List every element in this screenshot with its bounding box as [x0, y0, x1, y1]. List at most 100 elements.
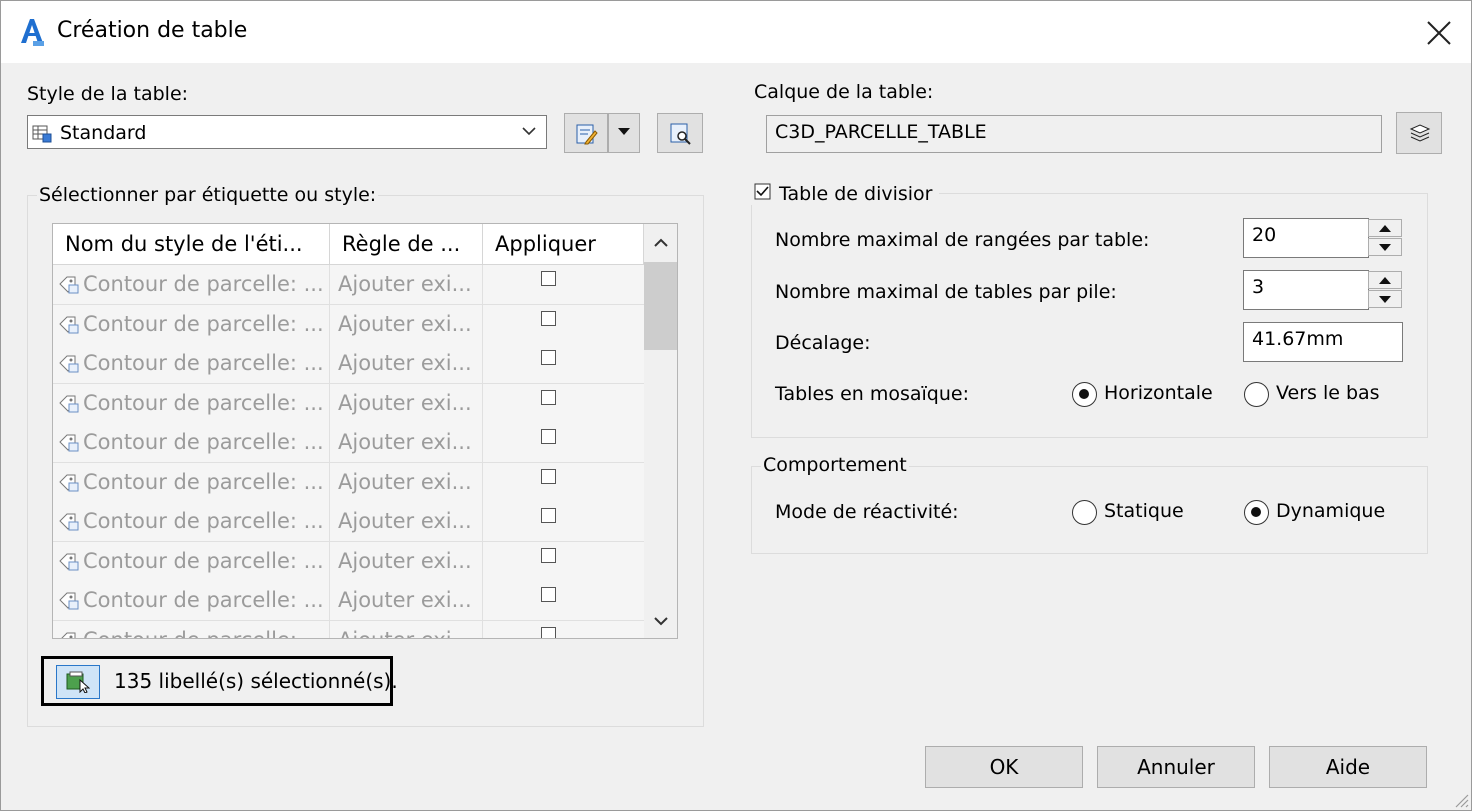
- table-creation-dialog: Création de table Style de la table: Sta…: [0, 0, 1472, 811]
- window-title: Création de table: [57, 18, 248, 43]
- layers-icon: [1409, 124, 1431, 142]
- dynamic-label[interactable]: Dynamique: [1276, 500, 1385, 522]
- apply-checkbox[interactable]: [541, 271, 556, 286]
- ok-button[interactable]: OK: [925, 746, 1083, 788]
- apply-cell: [483, 581, 644, 620]
- style-name-cell: Contour de parcelle: ...: [53, 423, 330, 462]
- apply-checkbox[interactable]: [541, 468, 556, 484]
- rule-text: Ajouter exi...: [338, 469, 472, 494]
- apply-checkbox[interactable]: [541, 429, 556, 444]
- rule-text: Ajouter exi...: [338, 272, 472, 296]
- civil3d-app-icon: [21, 19, 44, 46]
- table-layer-field: C3D_PARCELLE_TABLE: [766, 115, 1382, 153]
- max-rows-up[interactable]: [1368, 219, 1402, 237]
- max-tables-up[interactable]: [1368, 271, 1402, 289]
- table-row[interactable]: Contour de parcelle: ... Ajouter exi...: [53, 581, 644, 621]
- static-radio[interactable]: [1072, 500, 1097, 525]
- table-row[interactable]: Contour de parcelle: ... Ajouter exi...: [53, 541, 644, 582]
- reactivity-mode-label: Mode de réactivité:: [775, 501, 959, 523]
- vertical-scrollbar[interactable]: [644, 224, 677, 638]
- spin-up-icon: [1379, 225, 1391, 232]
- title-bar: Création de table: [1, 1, 1471, 63]
- tiling-label: Tables en mosaïque:: [775, 383, 969, 405]
- preview-style-button[interactable]: [657, 113, 703, 153]
- rule-cell: Ajouter exi...: [330, 462, 483, 502]
- table-row[interactable]: Contour de parcelle: ... Ajouter exi...: [53, 620, 644, 639]
- split-table-checkbox[interactable]: [753, 182, 773, 202]
- max-tables-spinner[interactable]: [1368, 271, 1402, 309]
- apply-checkbox[interactable]: [541, 587, 556, 602]
- behavior-group-label: Comportement: [761, 454, 909, 476]
- apply-checkbox[interactable]: [541, 508, 556, 523]
- apply-checkbox[interactable]: [541, 547, 556, 563]
- style-options-dropdown[interactable]: [608, 113, 640, 153]
- max-rows-label: Nombre maximal de rangées par table:: [775, 229, 1150, 251]
- apply-checkbox[interactable]: [541, 389, 556, 405]
- apply-checkbox[interactable]: [541, 350, 556, 365]
- cancel-button[interactable]: Annuler: [1097, 746, 1255, 788]
- label-style-icon: [59, 513, 79, 531]
- style-name-text: Contour de parcelle: ...: [83, 469, 324, 494]
- rule-text: Ajouter exi...: [338, 628, 472, 639]
- max-rows-spinner[interactable]: [1368, 219, 1402, 257]
- preview-icon: [670, 123, 691, 145]
- rule-text: Ajouter exi...: [338, 588, 472, 612]
- scrollbar-thumb[interactable]: [644, 262, 677, 350]
- static-label[interactable]: Statique: [1104, 500, 1184, 522]
- table-layer-value: C3D_PARCELLE_TABLE: [775, 121, 987, 143]
- rule-cell: Ajouter exi...: [330, 423, 483, 462]
- column-header-style-name[interactable]: Nom du style de l'éti...: [53, 224, 330, 264]
- column-header-apply[interactable]: Appliquer: [483, 224, 644, 264]
- table-row[interactable]: Contour de parcelle: ... Ajouter exi...: [53, 383, 644, 424]
- style-name-cell: Contour de parcelle: ...: [53, 265, 330, 304]
- apply-cell: [483, 463, 644, 502]
- table-row[interactable]: Contour de parcelle: ... Ajouter exi...: [53, 423, 644, 463]
- apply-checkbox[interactable]: [541, 626, 556, 638]
- apply-checkbox[interactable]: [541, 310, 556, 326]
- rule-text: Ajouter exi...: [338, 548, 472, 573]
- resize-grip-icon[interactable]: [1451, 790, 1469, 808]
- table-style-icon: [32, 125, 52, 143]
- max-tables-down[interactable]: [1368, 290, 1402, 308]
- dynamic-radio[interactable]: [1244, 500, 1269, 525]
- tiling-down-radio[interactable]: [1244, 382, 1269, 407]
- table-style-combo[interactable]: Standard: [27, 115, 547, 149]
- tiling-down-label[interactable]: Vers le bas: [1276, 382, 1380, 404]
- style-name-cell: Contour de parcelle: ...: [53, 344, 330, 383]
- caret-down-icon: [618, 128, 630, 135]
- tiling-horizontal-radio[interactable]: [1072, 382, 1097, 407]
- rule-text: Ajouter exi...: [338, 390, 472, 415]
- table-row[interactable]: Contour de parcelle: ... Ajouter exi...: [53, 344, 644, 384]
- scroll-up-icon[interactable]: [653, 238, 669, 248]
- max-rows-input[interactable]: 20: [1243, 218, 1369, 258]
- selection-group-label: Sélectionner par étiquette ou style:: [37, 184, 379, 206]
- table-row[interactable]: Contour de parcelle: ... Ajouter exi...: [53, 462, 644, 503]
- split-table-header: Table de divisior: [751, 180, 939, 205]
- max-rows-down[interactable]: [1368, 238, 1402, 256]
- max-tables-value: 3: [1252, 276, 1265, 298]
- scroll-down-icon[interactable]: [653, 616, 669, 626]
- help-button[interactable]: Aide: [1269, 746, 1427, 788]
- table-style-label: Style de la table:: [27, 83, 189, 105]
- column-header-rule[interactable]: Règle de ...: [330, 224, 483, 264]
- table-row[interactable]: Contour de parcelle: ... Ajouter exi...: [53, 265, 644, 305]
- close-icon[interactable]: [1419, 13, 1459, 53]
- table-row[interactable]: Contour de parcelle: ... Ajouter exi...: [53, 304, 644, 345]
- label-style-grid: Nom du style de l'éti... Règle de ... Ap…: [52, 223, 678, 639]
- table-layer-label: Calque de la table:: [754, 81, 934, 103]
- select-labels-button[interactable]: [56, 665, 100, 699]
- rule-cell: Ajouter exi...: [330, 502, 483, 541]
- select-layer-button[interactable]: [1396, 112, 1442, 154]
- offset-input[interactable]: 41.67mm: [1243, 322, 1403, 362]
- style-name-cell: Contour de parcelle: ...: [53, 383, 330, 423]
- rule-cell: Ajouter exi...: [330, 620, 483, 639]
- edit-style-button[interactable]: [564, 113, 608, 153]
- split-table-checkbox-label[interactable]: Table de divisior: [779, 183, 932, 205]
- grid-header: Nom du style de l'éti... Règle de ... Ap…: [53, 224, 644, 265]
- max-tables-input[interactable]: 3: [1243, 270, 1369, 310]
- label-style-icon: [59, 474, 79, 491]
- table-row[interactable]: Contour de parcelle: ... Ajouter exi...: [53, 502, 644, 542]
- label-style-icon: [60, 632, 76, 638]
- tiling-horizontal-label[interactable]: Horizontale: [1104, 382, 1213, 404]
- spin-down-icon: [1379, 244, 1391, 251]
